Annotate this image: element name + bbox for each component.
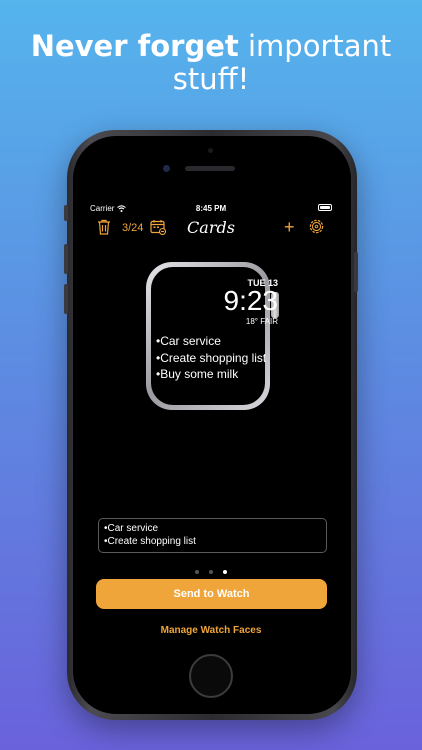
headline: Never forget important stuff! xyxy=(0,30,422,96)
volume-up-button xyxy=(64,244,68,274)
status-time: 8:45 PM xyxy=(195,204,227,213)
front-camera xyxy=(163,165,170,172)
card-text-line: •Car service xyxy=(104,523,159,534)
nav-bar: 3/24 Cards + xyxy=(80,218,342,240)
earpiece-speaker xyxy=(185,166,235,171)
mute-switch xyxy=(64,205,68,221)
watch-card-item: •Car service xyxy=(156,334,221,348)
screen: Carrier 8:45 PM 3/24 Cards + TUE 13 9:23… xyxy=(80,198,342,650)
status-bar: Carrier 8:45 PM xyxy=(80,198,342,218)
watch-card-item: •Create shopping list xyxy=(156,350,267,365)
home-button[interactable] xyxy=(189,654,233,698)
page-dot[interactable] xyxy=(209,570,213,574)
card-text-field[interactable]: •Car service •Create shopping list xyxy=(98,518,327,553)
watch-card-item: •Buy some milk xyxy=(156,367,239,381)
page-title: Cards xyxy=(187,218,235,237)
watch-weather: 18° FAIR xyxy=(245,317,278,326)
card-text-line: •Create shopping list xyxy=(104,536,196,547)
send-to-watch-button[interactable]: Send to Watch xyxy=(96,579,327,609)
headline-bold: Never forget xyxy=(30,29,239,63)
volume-down-button xyxy=(64,284,68,314)
power-button xyxy=(354,252,358,292)
battery-icon xyxy=(318,204,332,211)
page-dot[interactable] xyxy=(194,570,199,574)
manage-watch-faces-link[interactable]: Manage Watch Faces xyxy=(80,625,342,636)
page-dot-active[interactable] xyxy=(223,570,228,574)
page-indicator[interactable] xyxy=(80,561,342,579)
sensor xyxy=(208,148,213,153)
watch-card-list: •Car service •Create shopping list •Buy … xyxy=(156,333,276,383)
gear-icon[interactable] xyxy=(308,218,325,235)
add-card-button[interactable]: + xyxy=(284,218,295,236)
watch-time: 9:23 xyxy=(223,285,279,316)
